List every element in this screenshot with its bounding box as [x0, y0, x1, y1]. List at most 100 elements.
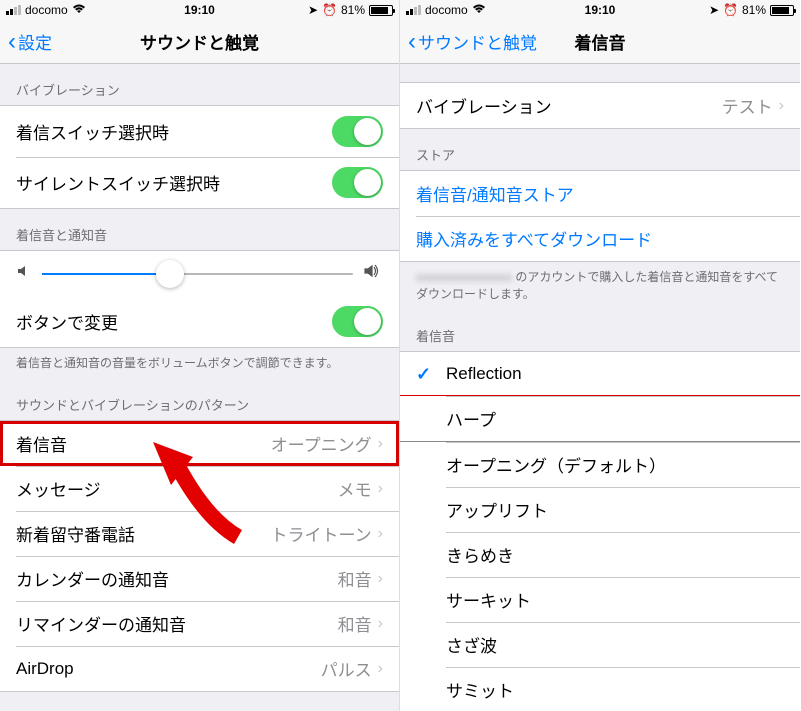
ringtone-option-sazanami[interactable]: さざ波 [400, 622, 800, 667]
airdrop-row[interactable]: AirDrop パルス › [0, 646, 399, 691]
ringtone-option-label: サーキット [446, 587, 531, 612]
reminder-value: 和音 [338, 611, 372, 636]
airdrop-label: AirDrop [16, 659, 74, 679]
nav-bar: ‹ 設定 サウンドと触覚 [0, 20, 399, 64]
back-button[interactable]: ‹ サウンドと触覚 [408, 29, 537, 54]
carrier-label: docomo [25, 3, 68, 17]
battery-icon [369, 5, 393, 16]
vibration-row[interactable]: バイブレーション テスト › [400, 83, 800, 128]
status-bar: docomo 19:10 ➤ ⏰ 81% [400, 0, 800, 20]
ringtone-option-label: きらめき [446, 542, 514, 567]
section-header-store: ストア [400, 129, 800, 170]
chevron-right-icon: › [378, 480, 383, 498]
message-row[interactable]: メッセージ メモ › [0, 466, 399, 511]
section-header-ringtones: 着信音 [400, 310, 800, 351]
chevron-left-icon: ‹ [8, 30, 16, 54]
change-with-buttons-row[interactable]: ボタンで変更 [0, 296, 399, 347]
ringtone-option-label: サミット [446, 677, 514, 702]
ringtone-option-label: アップリフト [446, 497, 548, 522]
change-with-buttons-toggle[interactable] [332, 306, 383, 337]
battery-percent: 81% [742, 3, 766, 17]
page-title: 着信音 [575, 29, 626, 54]
message-value: メモ [338, 476, 372, 501]
message-label: メッセージ [16, 476, 101, 501]
ringtone-label: 着信音 [16, 431, 67, 456]
tone-store-label: 着信音/通知音ストア [416, 181, 574, 206]
battery-percent: 81% [341, 3, 365, 17]
ringtone-option-reflection[interactable]: ✓ Reflection [400, 352, 800, 396]
ringtone-option-uplift[interactable]: アップリフト [400, 487, 800, 532]
alarm-icon: ⏰ [322, 3, 337, 17]
store-footer: xxxxxxxxxxxxxxxx のアカウントで購入した着信音と通知音をすべてダ… [400, 262, 800, 310]
section-header-vibration: バイブレーション [0, 64, 399, 105]
ringtone-row[interactable]: 着信音 オープニング › [0, 421, 399, 466]
ringtone-value: オープニング [271, 431, 372, 456]
reminder-label: リマインダーの通知音 [16, 611, 186, 636]
ringtone-option-label: オープニング（デフォルト） [446, 452, 666, 477]
wifi-icon [72, 3, 86, 17]
volume-slider[interactable] [42, 273, 353, 275]
back-button[interactable]: ‹ 設定 [8, 29, 52, 54]
chevron-right-icon: › [779, 97, 784, 115]
chevron-right-icon: › [378, 660, 383, 678]
change-with-buttons-label: ボタンで変更 [16, 309, 118, 334]
silent-switch-row[interactable]: サイレントスイッチ選択時 [0, 157, 399, 208]
speaker-high-icon [363, 263, 383, 284]
chevron-left-icon: ‹ [408, 30, 416, 54]
calendar-label: カレンダーの通知音 [16, 566, 169, 591]
redacted-account: xxxxxxxxxxxxxxxx [416, 270, 512, 284]
download-all-row[interactable]: 購入済みをすべてダウンロード [400, 216, 800, 261]
airdrop-value: パルス [321, 656, 372, 681]
ringtone-option-harp[interactable]: ハープ [400, 396, 800, 441]
location-icon: ➤ [308, 3, 318, 17]
status-time: 19:10 [585, 3, 616, 17]
section-header-ringer: 着信音と通知音 [0, 209, 399, 250]
ringtone-option-label: さざ波 [446, 632, 497, 657]
ringtone-option-circuit[interactable]: サーキット [400, 577, 800, 622]
ring-switch-label: 着信スイッチ選択時 [16, 119, 169, 144]
calendar-value: 和音 [338, 566, 372, 591]
speaker-low-icon [16, 263, 32, 284]
back-label: サウンドと触覚 [418, 29, 537, 54]
page-title: サウンドと触覚 [140, 29, 259, 54]
wifi-icon [472, 3, 486, 17]
ringtone-option-label: ハープ [446, 406, 496, 431]
chevron-right-icon: › [378, 570, 383, 588]
voicemail-row[interactable]: 新着留守番電話 トライトーン › [0, 511, 399, 556]
calendar-row[interactable]: カレンダーの通知音 和音 › [0, 556, 399, 601]
alarm-icon: ⏰ [723, 3, 738, 17]
checkmark-icon: ✓ [416, 364, 432, 385]
signal-icon [6, 5, 21, 15]
chevron-right-icon: › [378, 435, 383, 453]
signal-icon [406, 5, 421, 15]
ring-switch-toggle[interactable] [332, 116, 383, 147]
tone-store-row[interactable]: 着信音/通知音ストア [400, 171, 800, 216]
phone-left: docomo 19:10 ➤ ⏰ 81% ‹ 設定 サウンドと触覚 バイブレーシ… [0, 0, 400, 711]
voicemail-value: トライトーン [271, 521, 372, 546]
download-all-label: 購入済みをすべてダウンロード [416, 226, 652, 251]
reminder-row[interactable]: リマインダーの通知音 和音 › [0, 601, 399, 646]
chevron-right-icon: › [378, 615, 383, 633]
voicemail-label: 新着留守番電話 [16, 521, 135, 546]
back-label: 設定 [18, 29, 52, 54]
ringtone-option-opening[interactable]: オープニング（デフォルト） [400, 441, 800, 487]
silent-switch-label: サイレントスイッチ選択時 [16, 170, 220, 195]
section-header-patterns: サウンドとバイブレーションのパターン [0, 379, 399, 420]
nav-bar: ‹ サウンドと触覚 着信音 [400, 20, 800, 64]
ring-switch-row[interactable]: 着信スイッチ選択時 [0, 106, 399, 157]
location-icon: ➤ [709, 3, 719, 17]
ringer-footer: 着信音と通知音の音量をボリュームボタンで調節できます。 [0, 348, 399, 379]
carrier-label: docomo [425, 3, 468, 17]
ringtone-option-summit[interactable]: サミット [400, 667, 800, 711]
phone-right: docomo 19:10 ➤ ⏰ 81% ‹ サウンドと触覚 着信音 バイブレー… [400, 0, 800, 711]
chevron-right-icon: › [378, 525, 383, 543]
status-bar: docomo 19:10 ➤ ⏰ 81% [0, 0, 399, 20]
ringtone-option-label: Reflection [446, 364, 522, 384]
ringtone-option-kirameki[interactable]: きらめき [400, 532, 800, 577]
battery-icon [770, 5, 794, 16]
volume-slider-row [0, 251, 399, 296]
status-time: 19:10 [184, 3, 215, 17]
vibration-label: バイブレーション [416, 93, 552, 118]
vibration-value: テスト [722, 93, 773, 118]
silent-switch-toggle[interactable] [332, 167, 383, 198]
